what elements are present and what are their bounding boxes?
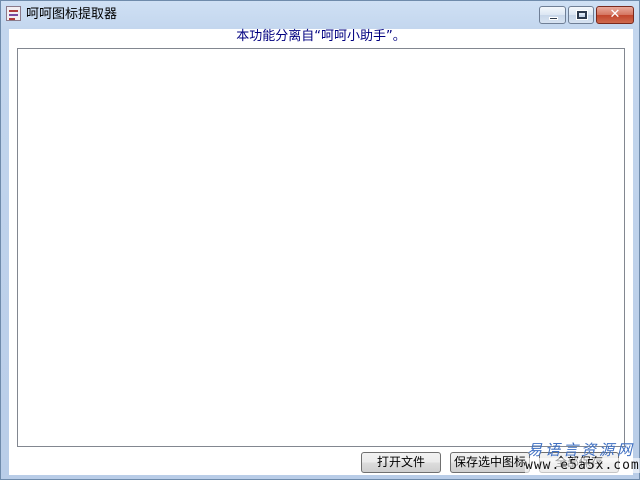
title-bar[interactable]: 呵呵图标提取器 ✕ xyxy=(1,1,639,29)
minimize-icon xyxy=(549,17,558,20)
icon-list[interactable] xyxy=(17,48,625,447)
close-icon: ✕ xyxy=(609,7,621,22)
caption-buttons: ✕ xyxy=(539,6,634,24)
maximize-icon xyxy=(576,10,588,20)
maximize-button[interactable] xyxy=(568,6,594,24)
open-file-button[interactable]: 打开文件 xyxy=(361,452,441,473)
main-window: 呵呵图标提取器 ✕ 本功能分离自“呵呵小助手”。 打开文件 保存选中图标 全部保… xyxy=(0,0,640,480)
save-selected-button[interactable]: 保存选中图标 xyxy=(450,452,530,473)
minimize-button[interactable] xyxy=(539,6,566,24)
save-all-button[interactable]: 全部保存 xyxy=(539,452,619,473)
app-icon[interactable] xyxy=(6,6,21,21)
window-title: 呵呵图标提取器 xyxy=(26,7,118,22)
client-area: 本功能分离自“呵呵小助手”。 打开文件 保存选中图标 全部保存 xyxy=(9,29,633,475)
notice-label: 本功能分离自“呵呵小助手”。 xyxy=(236,29,406,44)
close-button[interactable]: ✕ xyxy=(596,6,634,24)
